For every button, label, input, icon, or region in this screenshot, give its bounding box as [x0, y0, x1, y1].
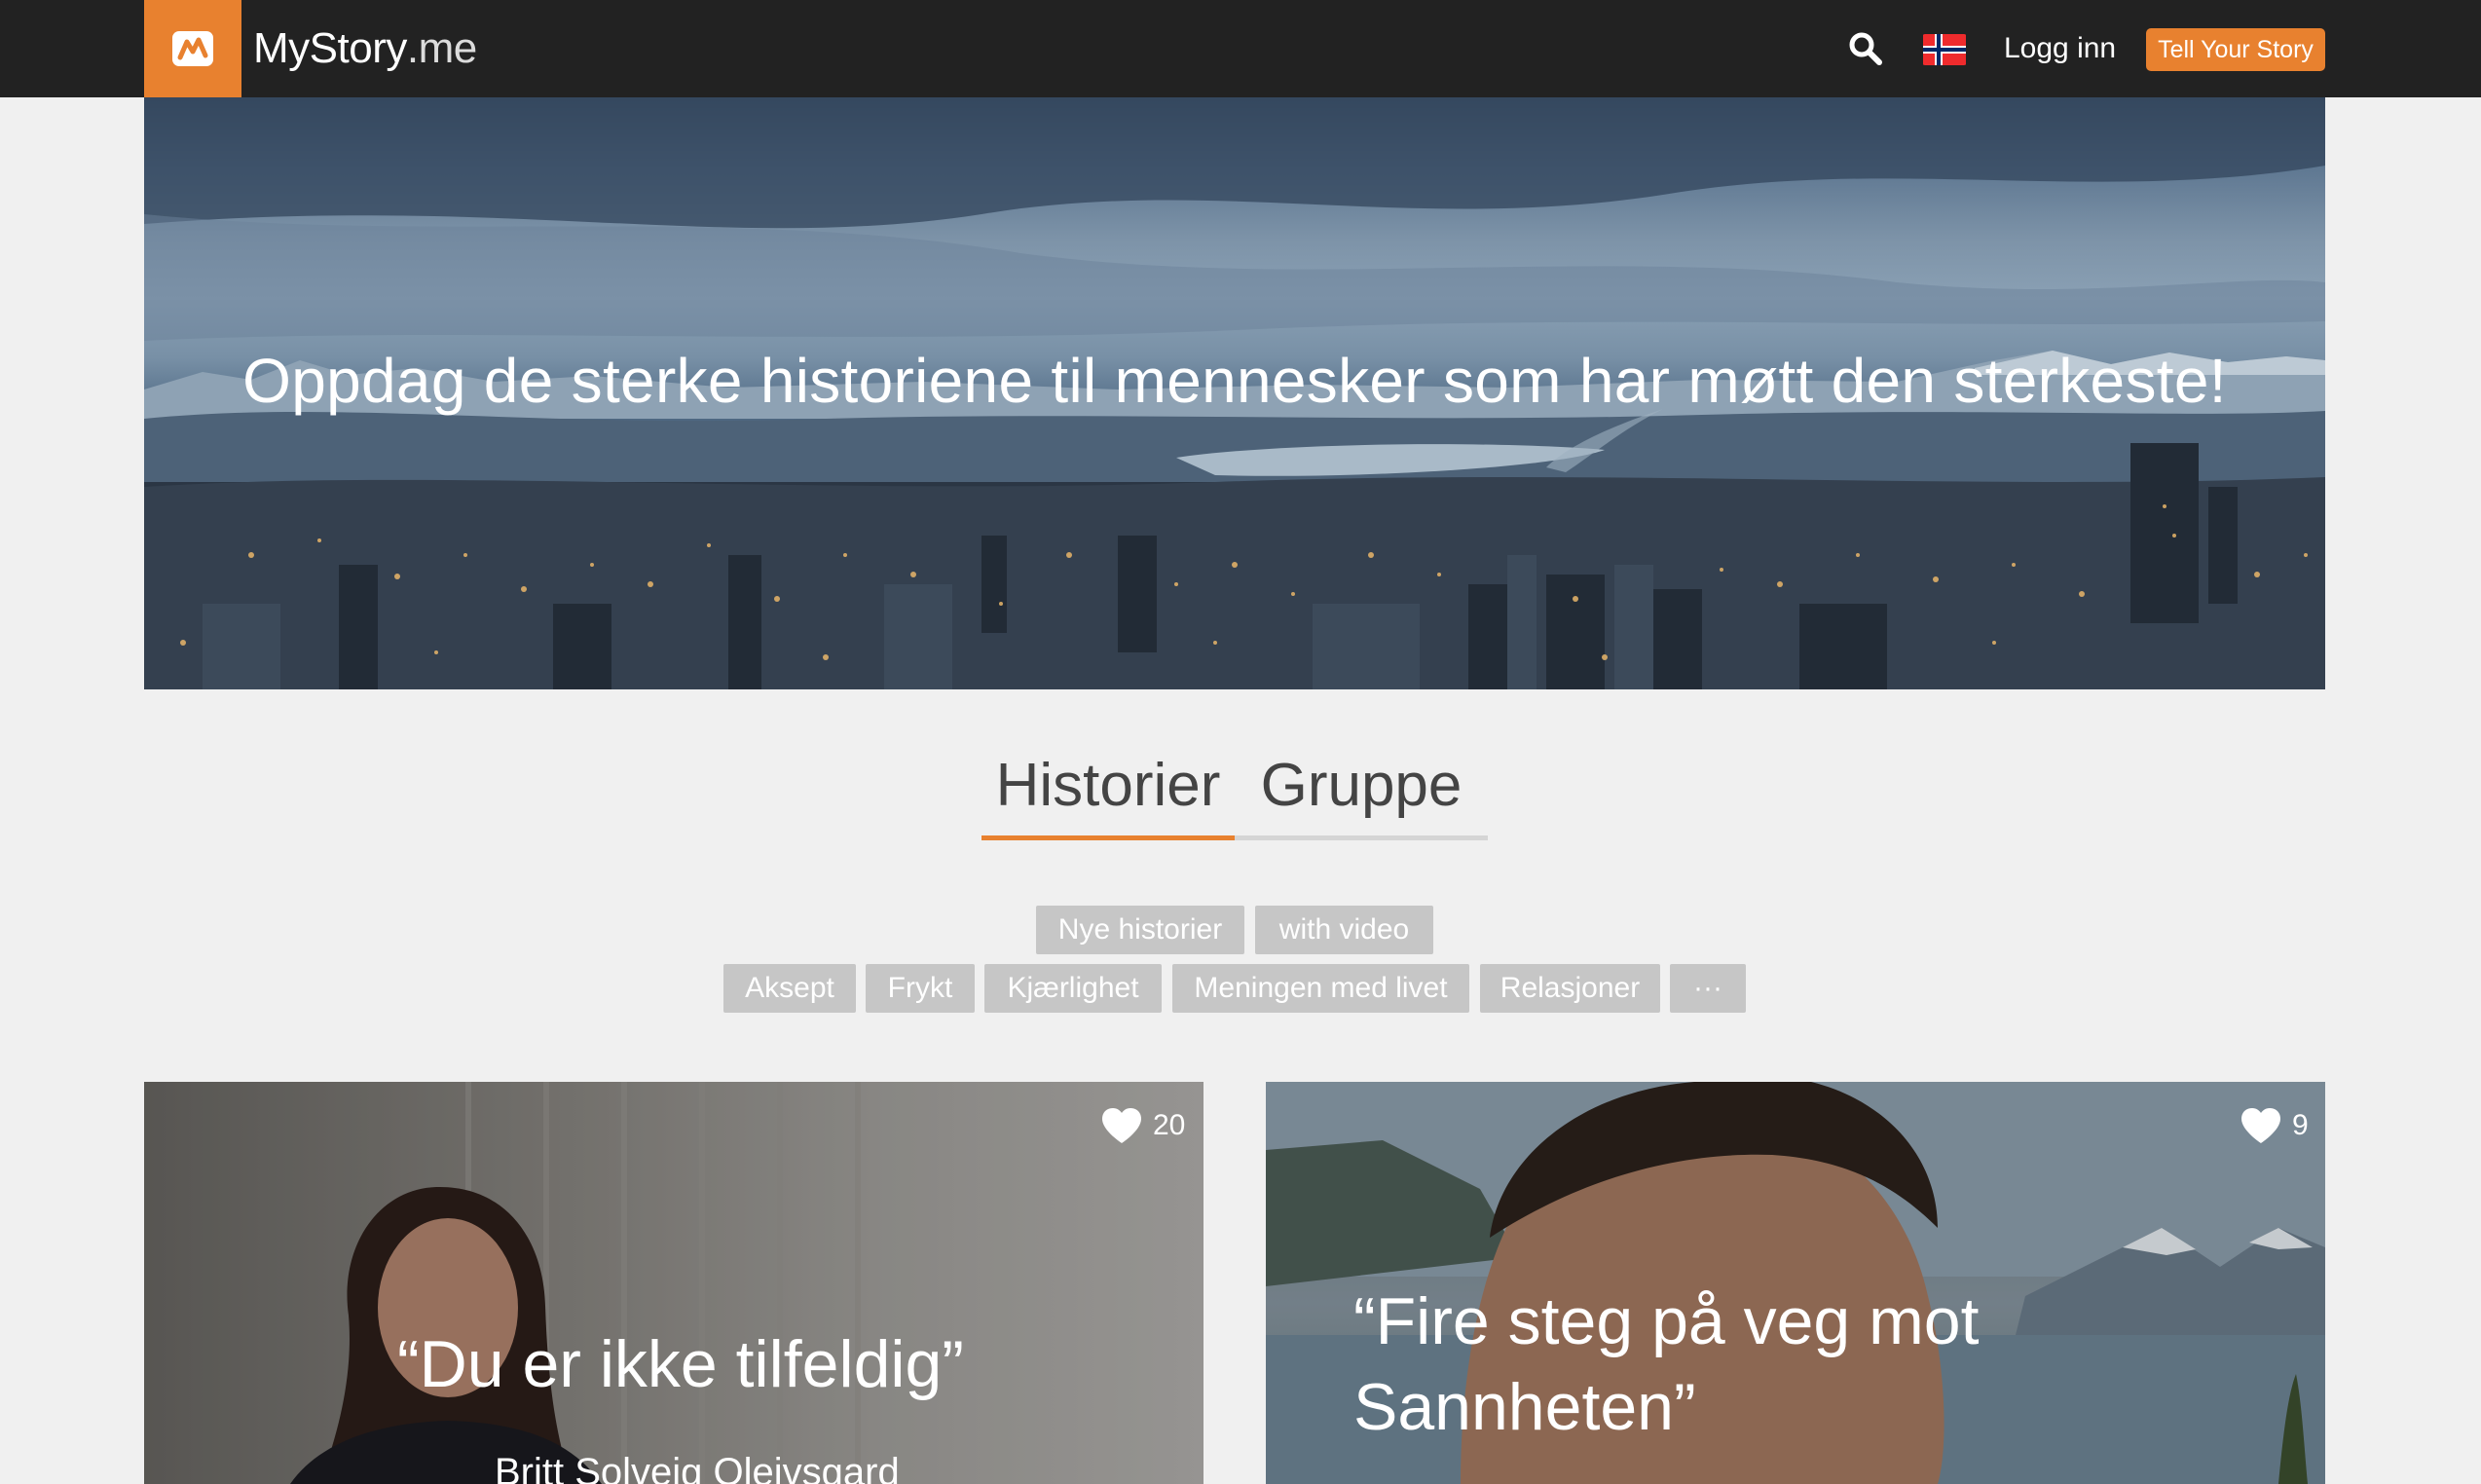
- story-quote-line-1: “Fire steg på veg mot: [1353, 1284, 1980, 1358]
- login-link[interactable]: Logg inn: [2004, 25, 2116, 72]
- story-quote-line-2: Sannheten”: [1353, 1370, 1696, 1444]
- language-selector[interactable]: [1922, 34, 1967, 65]
- filter-with-video[interactable]: with video: [1255, 906, 1433, 954]
- story-photo-woman: [144, 1082, 1203, 1484]
- like-count: 20: [1153, 1109, 1186, 1141]
- story-card[interactable]: 9 “Fire steg på veg mot Sannheten”: [1266, 1082, 2325, 1484]
- filter-aksept[interactable]: Aksept: [723, 964, 856, 1013]
- tab-active-indicator: [981, 835, 1235, 840]
- tell-your-story-button[interactable]: Tell Your Story: [2146, 28, 2325, 71]
- tab-historier[interactable]: Historier: [981, 744, 1235, 828]
- story-card[interactable]: 20 “Du er ikke tilfeldig” Britt Solveig …: [144, 1082, 1203, 1484]
- logo-mark-icon: [172, 31, 213, 66]
- brand-suffix: .me: [406, 24, 477, 72]
- norwegian-flag-icon: [1923, 34, 1966, 65]
- filter-kjaerlighet[interactable]: Kjærlighet: [984, 964, 1162, 1013]
- top-navbar: MyStory.me Logg inn Tell Your Story: [0, 0, 2481, 97]
- search-button[interactable]: [1846, 29, 1885, 68]
- hero-title: Oppdag de sterke historiene til menneske…: [242, 346, 2227, 416]
- tab-gruppe[interactable]: Gruppe: [1235, 744, 1488, 828]
- like-counter[interactable]: 9: [2240, 1101, 2309, 1150]
- like-count: 9: [2292, 1109, 2309, 1141]
- heart-icon: [1102, 1108, 1141, 1143]
- logo-link[interactable]: [144, 0, 241, 97]
- heart-icon: [2241, 1108, 2280, 1143]
- filter-relasjoner[interactable]: Relasjoner: [1480, 964, 1660, 1013]
- filter-frykt[interactable]: Frykt: [866, 964, 975, 1013]
- story-author: Britt Solveig Oleivsgard: [495, 1451, 900, 1484]
- filter-nye-historier[interactable]: Nye historier: [1036, 906, 1244, 954]
- like-counter[interactable]: 20: [1100, 1101, 1185, 1150]
- filter-more-button[interactable]: ···: [1670, 964, 1746, 1013]
- brand-name[interactable]: MyStory.me: [253, 21, 477, 76]
- story-quote: “Du er ikke tilfeldig”: [397, 1327, 964, 1401]
- search-icon: [1849, 32, 1882, 65]
- hero-banner: Oppdag de sterke historiene til menneske…: [144, 97, 2325, 689]
- filter-meningen-med-livet[interactable]: Meningen med livet: [1172, 964, 1469, 1013]
- brand-main: MyStory: [253, 24, 407, 72]
